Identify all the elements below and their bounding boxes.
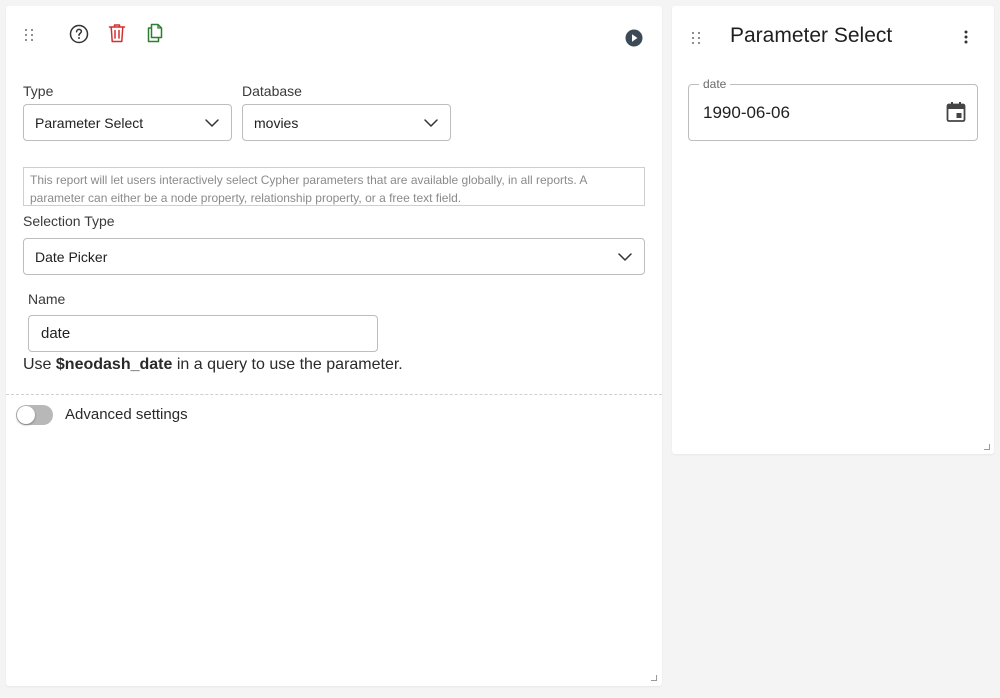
resize-handle-icon[interactable] — [651, 675, 657, 681]
date-picker-field[interactable]: date 1990-06-06 — [688, 77, 978, 141]
chevron-down-icon — [205, 118, 219, 127]
chevron-down-icon — [618, 252, 632, 261]
parameter-report-card: Parameter Select date 1990-06-06 — [672, 6, 994, 454]
report-title: Parameter Select — [730, 24, 893, 47]
type-label: Type — [23, 83, 54, 99]
delete-icon[interactable] — [106, 22, 128, 44]
resize-handle-icon[interactable] — [984, 444, 990, 450]
hint-parameter-name: $neodash_date — [55, 356, 173, 373]
run-icon[interactable] — [624, 28, 644, 48]
selection-type-select[interactable]: Date Picker — [23, 238, 645, 275]
selection-type-label: Selection Type — [23, 213, 115, 229]
copy-icon[interactable] — [144, 22, 166, 44]
help-icon[interactable] — [68, 23, 90, 45]
type-select[interactable]: Parameter Select — [23, 104, 232, 141]
report-description: This report will let users interactively… — [23, 167, 645, 206]
parameter-hint: Use $neodash_date in a query to use the … — [23, 356, 403, 374]
report-settings-card: Type Parameter Select Database movies Th… — [6, 6, 662, 686]
hint-prefix: Use — [23, 356, 56, 373]
database-select-value: movies — [254, 114, 299, 131]
selection-type-value: Date Picker — [35, 248, 108, 265]
advanced-settings-toggle[interactable] — [16, 405, 53, 425]
toggle-knob — [17, 406, 35, 424]
hint-suffix: in a query to use the parameter. — [172, 356, 403, 373]
chevron-down-icon — [424, 118, 438, 127]
name-input[interactable]: date — [28, 315, 378, 352]
database-select[interactable]: movies — [242, 104, 451, 141]
section-divider — [6, 394, 662, 395]
date-field-value: 1990-06-06 — [703, 103, 790, 122]
drag-handle-icon[interactable] — [692, 32, 701, 44]
calendar-icon[interactable] — [946, 101, 966, 123]
advanced-settings-label: Advanced settings — [65, 406, 188, 423]
database-label: Database — [242, 83, 302, 99]
name-label: Name — [28, 291, 66, 307]
more-vert-icon[interactable] — [956, 27, 976, 47]
date-field-label: date — [699, 77, 731, 91]
type-select-value: Parameter Select — [35, 114, 144, 131]
drag-handle-icon[interactable] — [25, 29, 34, 41]
